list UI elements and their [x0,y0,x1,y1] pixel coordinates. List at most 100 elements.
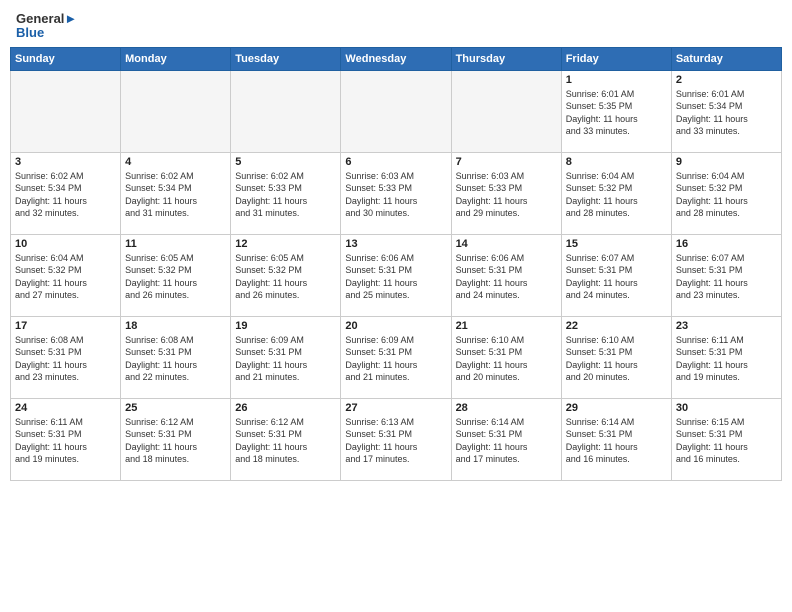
page: General► Blue SundayMondayTuesdayWednesd… [0,0,792,612]
day-number-28: 28 [456,402,557,414]
week-row-2: 10 Sunrise: 6:04 AM Sunset: 5:32 PM Dayli… [11,234,782,316]
day-info-12: Sunrise: 6:05 AM Sunset: 5:32 PM Dayligh… [235,252,336,302]
calendar-cell-w4-d4: 28 Sunrise: 6:14 AM Sunset: 5:31 PM Dayli… [451,398,561,480]
day-number-14: 14 [456,238,557,250]
day-number-25: 25 [125,402,226,414]
day-number-10: 10 [15,238,116,250]
day-number-9: 9 [676,156,777,168]
calendar-table: SundayMondayTuesdayWednesdayThursdayFrid… [10,47,782,481]
calendar-cell-w2-d2: 12 Sunrise: 6:05 AM Sunset: 5:32 PM Dayli… [231,234,341,316]
calendar-cell-w3-d4: 21Sunrise: 6:10 AM Sunset: 5:31 PM Dayli… [451,316,561,398]
calendar-cell-w4-d1: 25 Sunrise: 6:12 AM Sunset: 5:31 PM Dayli… [121,398,231,480]
day-info-23: Sunrise: 6:11 AM Sunset: 5:31 PM Dayligh… [676,334,777,384]
day-number-17: 17 [15,320,116,332]
calendar-cell-w3-d3: 20 Sunrise: 6:09 AM Sunset: 5:31 PM Dayli… [341,316,451,398]
day-info-21: Sunrise: 6:10 AM Sunset: 5:31 PM Dayligh… [456,334,557,384]
week-row-1: 3 Sunrise: 6:02 AM Sunset: 5:34 PM Daylig… [11,152,782,234]
day-number-1: 1 [566,74,667,86]
calendar-cell-w3-d0: 17Sunrise: 6:08 AM Sunset: 5:31 PM Dayli… [11,316,121,398]
day-info-9: Sunrise: 6:04 AM Sunset: 5:32 PM Dayligh… [676,170,777,220]
day-number-5: 5 [235,156,336,168]
calendar-cell-w1-d6: 9 Sunrise: 6:04 AM Sunset: 5:32 PM Daylig… [671,152,781,234]
day-info-10: Sunrise: 6:04 AM Sunset: 5:32 PM Dayligh… [15,252,116,302]
day-info-6: Sunrise: 6:03 AM Sunset: 5:33 PM Dayligh… [345,170,446,220]
calendar-container: SundayMondayTuesdayWednesdayThursdayFrid… [10,47,782,481]
calendar-cell-w0-d3 [341,70,451,152]
day-number-8: 8 [566,156,667,168]
day-number-30: 30 [676,402,777,414]
calendar-cell-w3-d1: 18Sunrise: 6:08 AM Sunset: 5:31 PM Dayli… [121,316,231,398]
day-number-15: 15 [566,238,667,250]
calendar-cell-w0-d2 [231,70,341,152]
day-info-29: Sunrise: 6:14 AM Sunset: 5:31 PM Dayligh… [566,416,667,466]
day-info-4: Sunrise: 6:02 AM Sunset: 5:34 PM Dayligh… [125,170,226,220]
day-info-24: Sunrise: 6:11 AM Sunset: 5:31 PM Dayligh… [15,416,116,466]
weekday-header-thursday: Thursday [451,47,561,70]
calendar-cell-w4-d0: 24 Sunrise: 6:11 AM Sunset: 5:31 PM Dayli… [11,398,121,480]
logo: General► Blue [16,12,77,41]
day-info-3: Sunrise: 6:02 AM Sunset: 5:34 PM Dayligh… [15,170,116,220]
day-info-7: Sunrise: 6:03 AM Sunset: 5:33 PM Dayligh… [456,170,557,220]
day-number-3: 3 [15,156,116,168]
calendar-cell-w1-d2: 5 Sunrise: 6:02 AM Sunset: 5:33 PM Daylig… [231,152,341,234]
day-number-22: 22 [566,320,667,332]
logo-general: General► [16,12,77,26]
calendar-cell-w1-d0: 3 Sunrise: 6:02 AM Sunset: 5:34 PM Daylig… [11,152,121,234]
week-row-0: 1 Sunrise: 6:01 AM Sunset: 5:35 PM Daylig… [11,70,782,152]
weekday-header-wednesday: Wednesday [341,47,451,70]
day-number-7: 7 [456,156,557,168]
day-info-22: Sunrise: 6:10 AM Sunset: 5:31 PM Dayligh… [566,334,667,384]
calendar-cell-w3-d5: 22 Sunrise: 6:10 AM Sunset: 5:31 PM Dayli… [561,316,671,398]
day-number-12: 12 [235,238,336,250]
day-info-27: Sunrise: 6:13 AM Sunset: 5:31 PM Dayligh… [345,416,446,466]
day-number-24: 24 [15,402,116,414]
calendar-cell-w0-d6: 2 Sunrise: 6:01 AM Sunset: 5:34 PM Daylig… [671,70,781,152]
week-row-3: 17Sunrise: 6:08 AM Sunset: 5:31 PM Dayli… [11,316,782,398]
day-info-15: Sunrise: 6:07 AM Sunset: 5:31 PM Dayligh… [566,252,667,302]
header: General► Blue [0,0,792,47]
calendar-cell-w2-d6: 16Sunrise: 6:07 AM Sunset: 5:31 PM Dayli… [671,234,781,316]
day-number-6: 6 [345,156,446,168]
logo-blue: Blue [16,26,77,40]
day-info-5: Sunrise: 6:02 AM Sunset: 5:33 PM Dayligh… [235,170,336,220]
calendar-cell-w1-d3: 6 Sunrise: 6:03 AM Sunset: 5:33 PM Daylig… [341,152,451,234]
day-number-13: 13 [345,238,446,250]
day-info-26: Sunrise: 6:12 AM Sunset: 5:31 PM Dayligh… [235,416,336,466]
day-number-19: 19 [235,320,336,332]
day-info-28: Sunrise: 6:14 AM Sunset: 5:31 PM Dayligh… [456,416,557,466]
weekday-header-saturday: Saturday [671,47,781,70]
day-info-13: Sunrise: 6:06 AM Sunset: 5:31 PM Dayligh… [345,252,446,302]
logo-blue-text: ► [64,11,77,26]
week-row-4: 24 Sunrise: 6:11 AM Sunset: 5:31 PM Dayli… [11,398,782,480]
calendar-cell-w2-d0: 10 Sunrise: 6:04 AM Sunset: 5:32 PM Dayli… [11,234,121,316]
day-info-2: Sunrise: 6:01 AM Sunset: 5:34 PM Dayligh… [676,88,777,138]
weekday-header-sunday: Sunday [11,47,121,70]
weekday-header-monday: Monday [121,47,231,70]
day-info-16: Sunrise: 6:07 AM Sunset: 5:31 PM Dayligh… [676,252,777,302]
day-number-29: 29 [566,402,667,414]
day-number-4: 4 [125,156,226,168]
day-info-8: Sunrise: 6:04 AM Sunset: 5:32 PM Dayligh… [566,170,667,220]
day-number-26: 26 [235,402,336,414]
calendar-cell-w3-d2: 19 Sunrise: 6:09 AM Sunset: 5:31 PM Dayli… [231,316,341,398]
calendar-cell-w4-d3: 27 Sunrise: 6:13 AM Sunset: 5:31 PM Dayli… [341,398,451,480]
day-number-2: 2 [676,74,777,86]
day-number-11: 11 [125,238,226,250]
calendar-cell-w4-d5: 29 Sunrise: 6:14 AM Sunset: 5:31 PM Dayli… [561,398,671,480]
calendar-cell-w3-d6: 23 Sunrise: 6:11 AM Sunset: 5:31 PM Dayli… [671,316,781,398]
calendar-cell-w2-d1: 11 Sunrise: 6:05 AM Sunset: 5:32 PM Dayli… [121,234,231,316]
day-info-1: Sunrise: 6:01 AM Sunset: 5:35 PM Dayligh… [566,88,667,138]
day-number-27: 27 [345,402,446,414]
calendar-cell-w0-d4 [451,70,561,152]
day-info-25: Sunrise: 6:12 AM Sunset: 5:31 PM Dayligh… [125,416,226,466]
day-number-23: 23 [676,320,777,332]
day-info-11: Sunrise: 6:05 AM Sunset: 5:32 PM Dayligh… [125,252,226,302]
day-info-19: Sunrise: 6:09 AM Sunset: 5:31 PM Dayligh… [235,334,336,384]
calendar-cell-w1-d1: 4 Sunrise: 6:02 AM Sunset: 5:34 PM Daylig… [121,152,231,234]
day-number-20: 20 [345,320,446,332]
day-info-30: Sunrise: 6:15 AM Sunset: 5:31 PM Dayligh… [676,416,777,466]
day-info-20: Sunrise: 6:09 AM Sunset: 5:31 PM Dayligh… [345,334,446,384]
calendar-cell-w0-d1 [121,70,231,152]
calendar-cell-w0-d0 [11,70,121,152]
calendar-cell-w0-d5: 1 Sunrise: 6:01 AM Sunset: 5:35 PM Daylig… [561,70,671,152]
